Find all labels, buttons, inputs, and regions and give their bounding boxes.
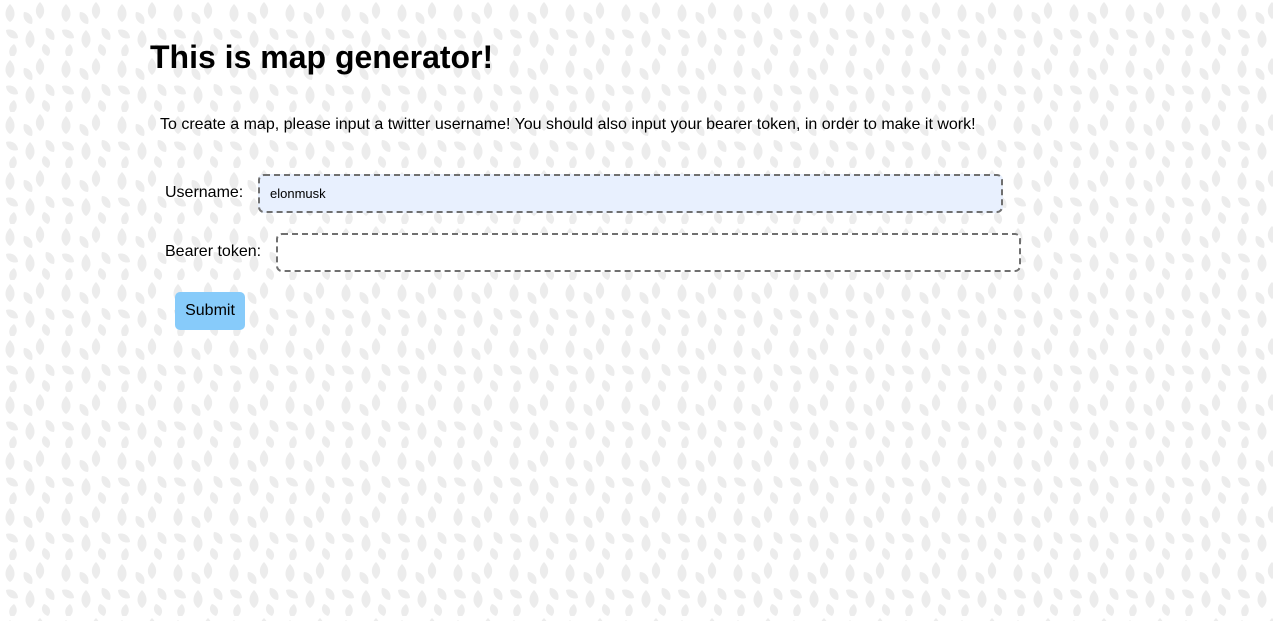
submit-button[interactable]: Submit — [175, 292, 245, 330]
bearer-token-label: Bearer token: — [165, 243, 262, 260]
page-title: This is map generator! — [150, 39, 494, 75]
username-label: Username: — [165, 184, 244, 201]
page-content: This is map generator! To create a map, … — [0, 0, 1273, 621]
intro-text: To create a map, please input a twitter … — [160, 116, 976, 133]
bearer-token-input[interactable] — [276, 233, 1021, 272]
username-input[interactable] — [258, 174, 1003, 213]
